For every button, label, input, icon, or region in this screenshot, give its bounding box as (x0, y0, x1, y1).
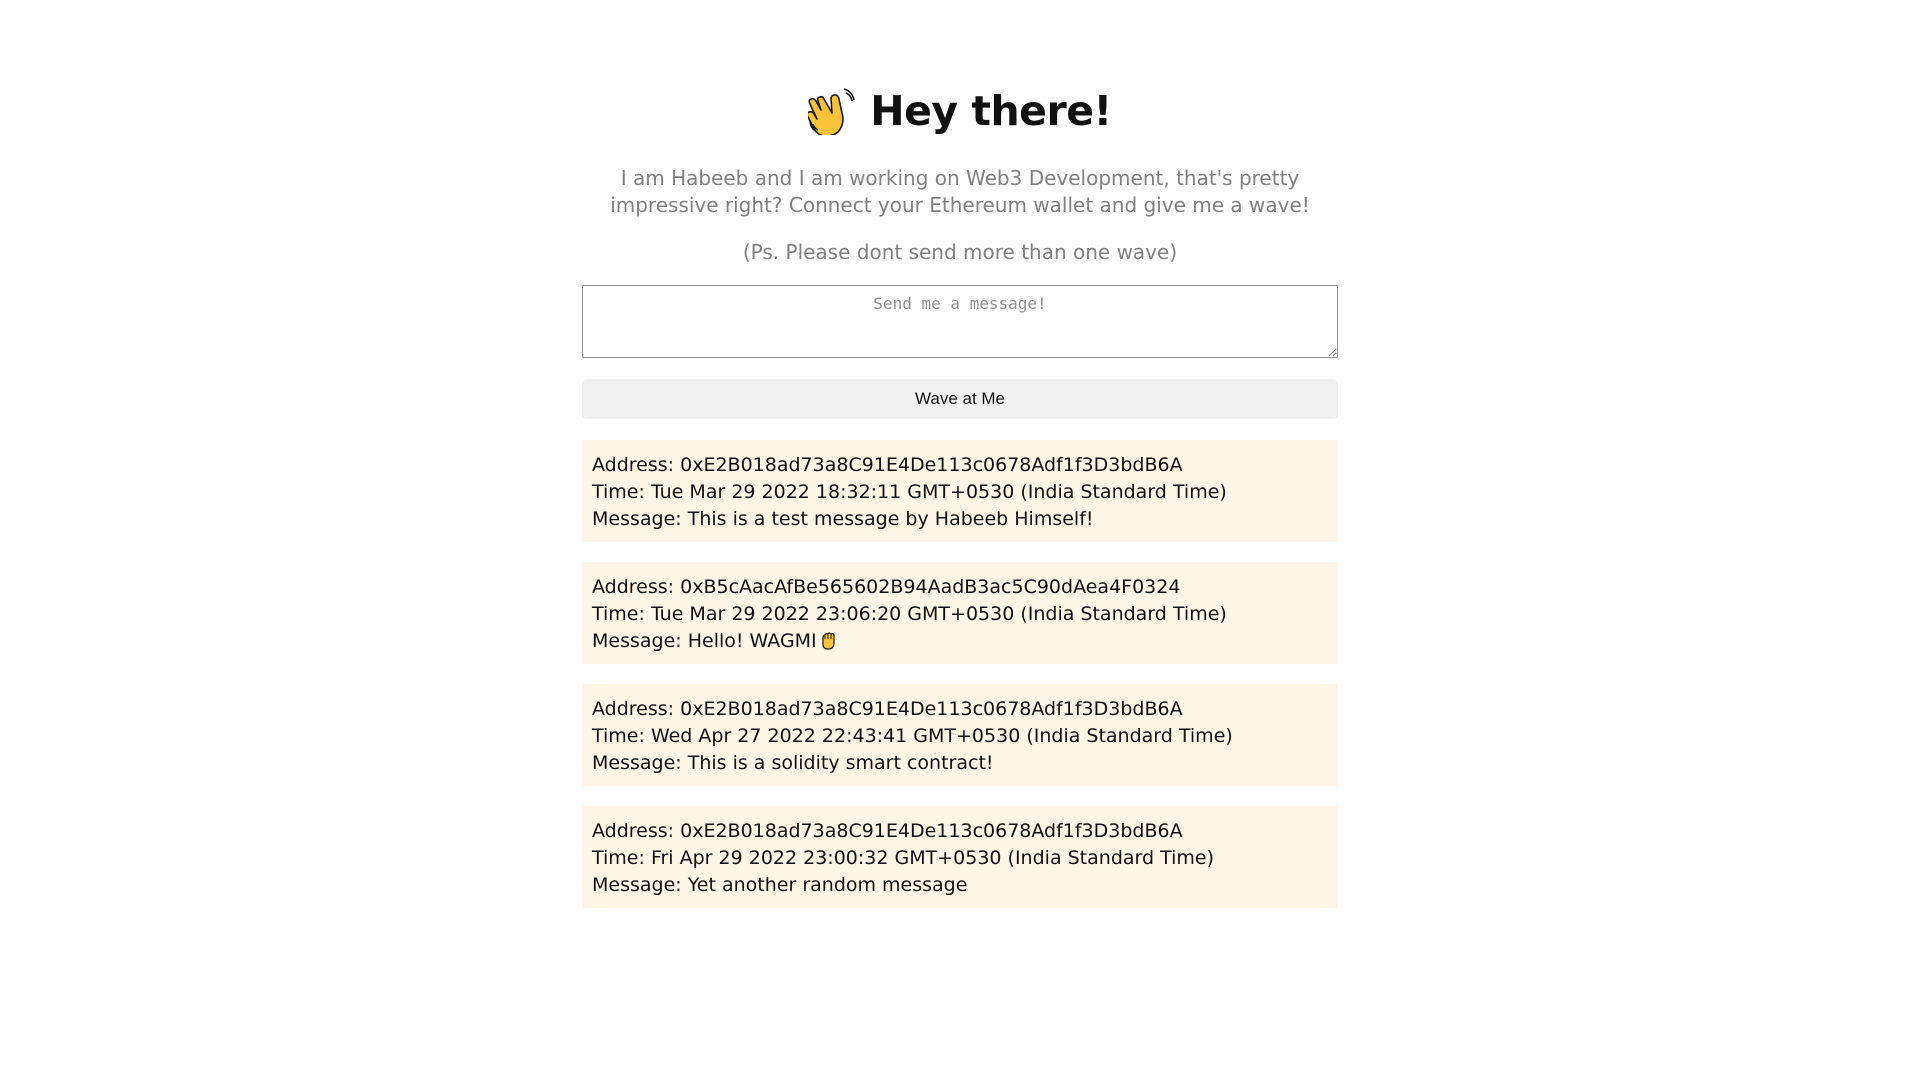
wave-message: Message: This is a test message by Habee… (592, 508, 1094, 530)
wave-time: Time: Wed Apr 27 2022 22:43:41 GMT+0530 … (592, 725, 1233, 747)
wave-card: Address: 0xE2B018ad73a8C91E4De113c0678Ad… (582, 684, 1338, 786)
wave-address: Address: 0xE2B018ad73a8C91E4De113c0678Ad… (592, 820, 1183, 842)
wave-message-row: Message: Hello! WAGMI (592, 628, 1328, 655)
wave-message: Message: Yet another random message (592, 874, 968, 896)
waves-list: Address: 0xE2B018ad73a8C91E4De113c0678Ad… (582, 440, 1338, 928)
waving-hand-icon (806, 87, 856, 137)
page-title: Hey there! (870, 87, 1112, 135)
message-input[interactable] (582, 285, 1338, 358)
wave-card: Address: 0xE2B018ad73a8C91E4De113c0678Ad… (582, 440, 1338, 542)
wave-card: Address: 0xE2B018ad73a8C91E4De113c0678Ad… (582, 806, 1338, 908)
wave-address: Address: 0xE2B018ad73a8C91E4De113c0678Ad… (592, 454, 1183, 476)
wave-button[interactable]: Wave at Me (582, 379, 1338, 419)
wave-card: Address: 0xB5cAacAfBe565602B94AadB3ac5C9… (582, 562, 1338, 664)
wave-message: Message: Hello! WAGMI (592, 630, 817, 652)
wave-address: Address: 0xE2B018ad73a8C91E4De113c0678Ad… (592, 698, 1183, 720)
wave-note: (Ps. Please dont send more than one wave… (742, 240, 1178, 264)
bio-text: I am Habeeb and I am working on Web3 Dev… (610, 166, 1310, 217)
page-header: Hey there! (582, 81, 1338, 141)
wave-message: Message: This is a solidity smart contra… (592, 752, 994, 774)
main-container: Hey there! I am Habeeb and I am working … (582, 0, 1338, 928)
wave-time: Time: Tue Mar 29 2022 23:06:20 GMT+0530 … (592, 603, 1227, 625)
wave-time: Time: Tue Mar 29 2022 18:32:11 GMT+0530 … (592, 481, 1227, 503)
wave-address: Address: 0xB5cAacAfBe565602B94AadB3ac5C9… (592, 576, 1181, 598)
wave-time: Time: Fri Apr 29 2022 23:00:32 GMT+0530 … (592, 847, 1215, 869)
raised-fist-icon (818, 630, 838, 650)
